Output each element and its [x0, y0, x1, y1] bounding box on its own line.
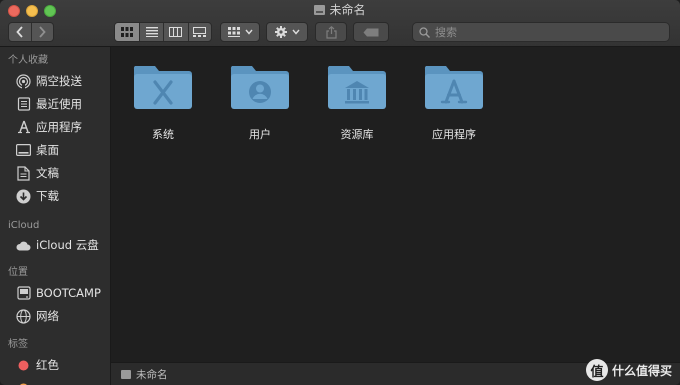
downloads-icon — [16, 189, 31, 204]
sidebar-item-applications[interactable]: 应用程序 — [0, 116, 110, 138]
icon-view-button[interactable] — [115, 23, 140, 41]
recents-icon — [16, 97, 31, 112]
tag-color-dot-icon — [16, 358, 31, 373]
sidebar-header-tags: 标签 — [8, 339, 28, 350]
list-view-icon — [145, 27, 158, 37]
sidebar-header-locations: 位置 — [8, 267, 28, 278]
sidebar-item-label: 红色 — [36, 358, 59, 372]
sidebar-header-icloud: iCloud — [8, 220, 40, 231]
applications-folder-icon — [424, 66, 483, 109]
sidebar-item-label: iCloud 云盘 — [36, 238, 99, 252]
sidebar-item-airdrop[interactable]: 隔空投送 — [0, 70, 110, 92]
view-mode-control — [114, 22, 212, 42]
folder-name: 资源库 — [340, 128, 374, 141]
folder-item[interactable]: 应用程序 — [422, 63, 486, 142]
folder-name: 系统 — [152, 128, 174, 141]
system-folder-icon — [133, 66, 192, 109]
search-field[interactable]: 搜索 — [412, 22, 670, 42]
network-icon — [16, 308, 31, 324]
sidebar-item-bootcamp[interactable]: BOOTCAMP — [0, 282, 110, 304]
folder-item[interactable]: 系统 — [131, 63, 195, 142]
sidebar-item-label: 隔空投送 — [36, 74, 82, 88]
chevron-right-icon — [39, 26, 46, 38]
sidebar-item-label: 网络 — [36, 309, 59, 323]
toolbar: 未命名 搜索 — [0, 0, 680, 47]
folder-name: 应用程序 — [432, 128, 476, 141]
list-view-button[interactable] — [140, 23, 163, 41]
watermark-text: 什么值得买 — [611, 363, 672, 378]
chevron-down-icon — [244, 29, 253, 35]
share-button[interactable] — [315, 22, 347, 42]
tag-icon — [363, 28, 379, 36]
sidebar-item-icloud-drive[interactable]: iCloud 云盘 — [0, 234, 110, 256]
applications-icon — [16, 120, 31, 135]
finder-window: 未命名 搜索 个人收藏 隔空投送 最近使用 应用程序 桌面 文稿 下载 iClo… — [0, 0, 680, 385]
sidebar-item-label: BOOTCAMP — [36, 286, 101, 300]
drive-icon — [314, 5, 326, 15]
sidebar-item-label: 最近使用 — [36, 97, 82, 111]
sidebar-item-tag-red[interactable]: 红色 — [0, 354, 110, 376]
watermark: 值 什么值得买 — [585, 359, 672, 381]
users-folder-icon — [230, 66, 289, 109]
disk-icon — [16, 286, 31, 301]
grid-icon — [227, 27, 240, 37]
share-icon — [325, 25, 337, 39]
library-folder-icon — [327, 66, 386, 109]
gear-icon — [274, 26, 287, 38]
sidebar-item-label: 应用程序 — [36, 120, 82, 134]
sidebar-item-desktop[interactable]: 桌面 — [0, 139, 110, 161]
folder-name: 用户 — [249, 128, 271, 141]
sidebar-item-tag-next[interactable] — [0, 377, 110, 385]
search-placeholder: 搜索 — [435, 26, 457, 39]
documents-icon — [16, 165, 31, 181]
sidebar-item-downloads[interactable]: 下载 — [0, 185, 110, 207]
search-icon — [419, 26, 430, 38]
desktop-icon — [16, 143, 31, 158]
sidebar: 个人收藏 隔空投送 最近使用 应用程序 桌面 文稿 下载 iCloud iClo… — [0, 47, 111, 385]
sidebar-item-label: 文稿 — [36, 166, 59, 180]
sidebar-item-label: 桌面 — [36, 143, 59, 157]
drive-icon — [121, 369, 131, 379]
sidebar-header-favorites: 个人收藏 — [8, 55, 48, 66]
action-button[interactable] — [266, 22, 308, 42]
gallery-view-button[interactable] — [188, 23, 211, 41]
sidebar-item-label: 下载 — [36, 189, 59, 203]
folder-item[interactable]: 资源库 — [325, 63, 389, 142]
nav-buttons — [8, 22, 54, 42]
group-button[interactable] — [220, 22, 260, 42]
chevron-left-icon — [16, 26, 23, 38]
tag-color-dot-icon — [16, 381, 31, 385]
sidebar-item-recents[interactable]: 最近使用 — [0, 93, 110, 115]
forward-button[interactable] — [32, 23, 54, 41]
watermark-badge: 值 — [585, 359, 608, 381]
gallery-view-icon — [193, 27, 207, 37]
chevron-down-icon — [291, 29, 300, 35]
column-view-icon — [169, 27, 183, 37]
path-label[interactable]: 未命名 — [136, 367, 168, 382]
icon-view-icon — [121, 27, 134, 37]
window-title: 未命名 — [0, 2, 680, 18]
column-view-button[interactable] — [164, 23, 188, 41]
tag-button[interactable] — [353, 22, 389, 42]
sidebar-item-documents[interactable]: 文稿 — [0, 162, 110, 184]
back-button[interactable] — [9, 23, 31, 41]
sidebar-item-network[interactable]: 网络 — [0, 305, 110, 327]
folder-item[interactable]: 用户 — [228, 63, 292, 142]
file-browser: 系统 用户 资源库 应用程序 — [111, 47, 680, 362]
airdrop-icon — [16, 73, 31, 89]
cloud-icon — [16, 238, 31, 253]
